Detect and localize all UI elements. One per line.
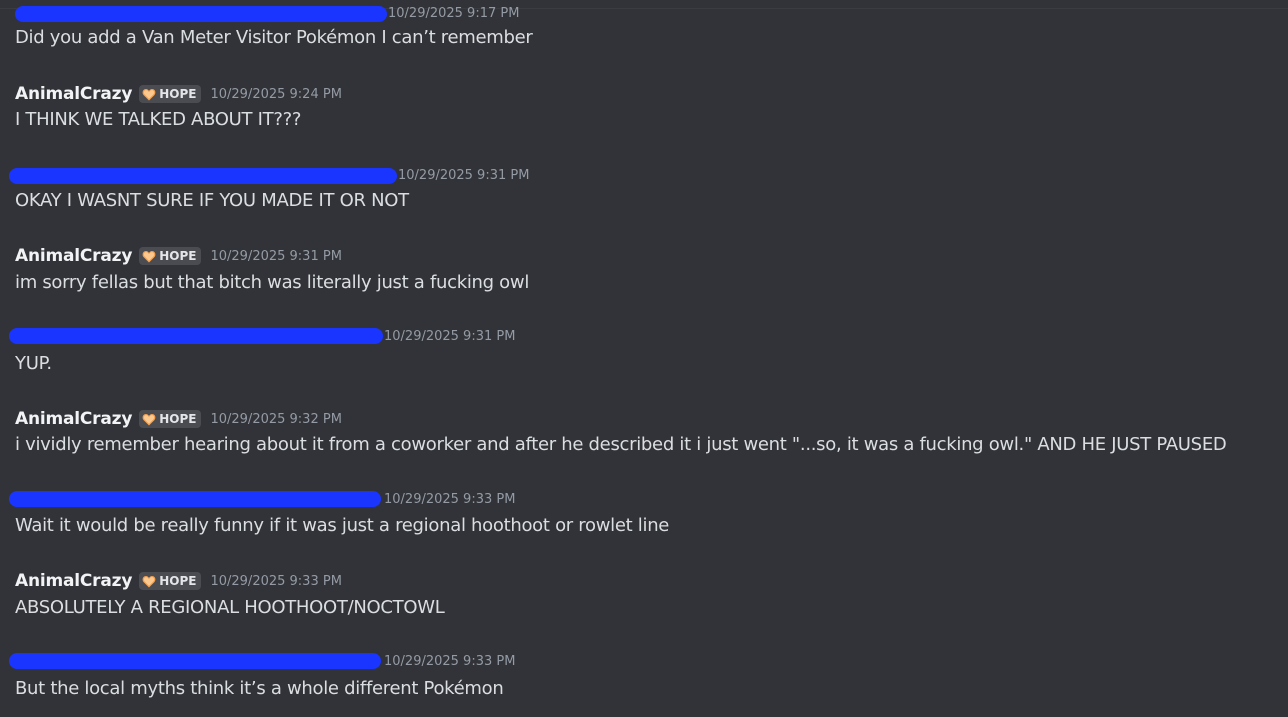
orange-heart-icon [142,88,156,100]
redacted-username [9,491,381,507]
message-content: OKAY I WASNT SURE IF YOU MADE IT OR NOT [15,190,409,211]
server-tag-label: HOPE [159,87,197,101]
redacted-username [9,653,381,669]
message-content: ABSOLUTELY A REGIONAL HOOTHOOT/NOCTOWL [15,597,445,618]
server-tag-label: HOPE [159,412,197,426]
message-content: i vividly remember hearing about it from… [15,434,1227,455]
message-content: Did you add a Van Meter Visitor Pokémon … [15,27,533,48]
message-timestamp[interactable]: 10/29/2025 9:31 PM [384,329,515,344]
author-name[interactable]: AnimalCrazy [15,409,132,429]
orange-heart-icon [142,413,156,425]
message-content: But the local myths think it’s a whole d… [15,678,504,699]
server-tag[interactable]: HOPE [139,410,202,428]
message-content: I THINK WE TALKED ABOUT IT??? [15,109,302,130]
message-timestamp[interactable]: 10/29/2025 9:17 PM [388,6,519,21]
message-timestamp[interactable]: 10/29/2025 9:32 PM [210,412,341,427]
orange-heart-icon [142,250,156,262]
message-timestamp[interactable]: 10/29/2025 9:31 PM [210,249,341,264]
author-name[interactable]: AnimalCrazy [15,571,132,591]
server-tag[interactable]: HOPE [139,247,202,265]
author-name[interactable]: AnimalCrazy [15,84,132,104]
message-timestamp[interactable]: 10/29/2025 9:24 PM [210,87,341,102]
server-tag[interactable]: HOPE [139,572,202,590]
server-tag-label: HOPE [159,249,197,263]
message-timestamp[interactable]: 10/29/2025 9:31 PM [398,168,529,183]
redacted-username [15,6,387,22]
message-content: YUP. [15,353,52,374]
author-name[interactable]: AnimalCrazy [15,246,132,266]
message-timestamp[interactable]: 10/29/2025 9:33 PM [210,574,341,589]
redacted-username [9,168,397,184]
message-timestamp[interactable]: 10/29/2025 9:33 PM [384,492,515,507]
redacted-username [9,328,383,344]
message-content: im sorry fellas but that bitch was liter… [15,272,530,293]
server-tag[interactable]: HOPE [139,85,202,103]
orange-heart-icon [142,575,156,587]
message-timestamp[interactable]: 10/29/2025 9:33 PM [384,654,515,669]
server-tag-label: HOPE [159,574,197,588]
message-content: Wait it would be really funny if it was … [15,515,670,536]
